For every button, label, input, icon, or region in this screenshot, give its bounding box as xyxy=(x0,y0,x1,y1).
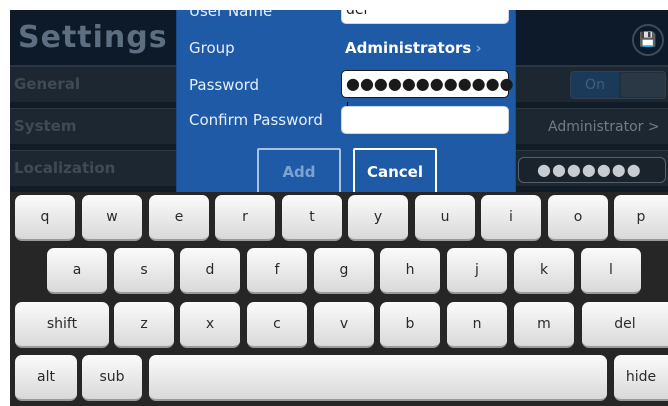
sub-key[interactable]: sub xyxy=(82,355,142,401)
key-p[interactable]: p xyxy=(614,195,668,241)
settings-row-label: General xyxy=(14,75,80,93)
key-q[interactable]: q xyxy=(15,195,75,241)
key-t[interactable]: t xyxy=(282,195,342,241)
system-value: Administrator > xyxy=(548,119,660,135)
key-h[interactable]: h xyxy=(380,248,440,294)
on-screen-keyboard: q w e r t y u i o p a s d f g h j k l sh… xyxy=(10,192,668,406)
delete-key[interactable]: del xyxy=(582,302,668,348)
add-button[interactable]: Add xyxy=(257,148,341,192)
key-w[interactable]: w xyxy=(82,195,142,241)
password-field[interactable]: ●●●●●●●●●●●● xyxy=(341,70,514,120)
key-m[interactable]: m xyxy=(514,302,574,348)
alt-key[interactable]: alt xyxy=(15,355,77,401)
key-c[interactable]: c xyxy=(247,302,307,348)
key-s[interactable]: s xyxy=(114,248,174,294)
add-user-dialog: User Name del Group Administrators › Pass… xyxy=(176,10,516,192)
group-selector[interactable]: Administrators › xyxy=(345,39,482,57)
key-y[interactable]: y xyxy=(348,195,408,241)
password-masked-value: ●●●●●●●●●●●● xyxy=(346,74,514,93)
key-x[interactable]: x xyxy=(180,302,240,348)
password-label: Password xyxy=(189,76,260,94)
group-label: Group xyxy=(189,39,235,57)
toggle-on-label: On xyxy=(571,72,619,98)
space-bar[interactable] xyxy=(149,355,607,401)
page-title: Settings xyxy=(18,20,168,55)
key-j[interactable]: j xyxy=(447,248,507,294)
cancel-button[interactable]: Cancel xyxy=(353,148,437,192)
key-n[interactable]: n xyxy=(447,302,507,348)
key-r[interactable]: r xyxy=(215,195,275,241)
settings-row-label: System xyxy=(14,117,77,135)
key-i[interactable]: i xyxy=(481,195,541,241)
key-b[interactable]: b xyxy=(380,302,440,348)
settings-row-label: Localization xyxy=(14,159,116,177)
key-e[interactable]: e xyxy=(149,195,209,241)
toggle-switch[interactable]: On xyxy=(570,71,666,99)
chevron-right-icon: › xyxy=(475,39,482,57)
toggle-knob xyxy=(621,73,665,97)
key-a[interactable]: a xyxy=(47,248,107,294)
username-label: User Name xyxy=(189,10,273,20)
save-icon[interactable]: 💾 xyxy=(632,24,664,56)
key-u[interactable]: u xyxy=(415,195,475,241)
shift-key[interactable]: shift xyxy=(15,302,109,348)
key-v[interactable]: v xyxy=(314,302,374,348)
localization-password-field[interactable]: ●●●●●●● xyxy=(518,157,666,183)
confirm-password-field[interactable] xyxy=(341,106,509,134)
key-g[interactable]: g xyxy=(314,248,374,294)
key-z[interactable]: z xyxy=(114,302,174,348)
key-f[interactable]: f xyxy=(247,248,307,294)
key-d[interactable]: d xyxy=(180,248,240,294)
key-k[interactable]: k xyxy=(514,248,574,294)
group-value: Administrators xyxy=(345,39,472,57)
confirm-password-label: Confirm Password xyxy=(189,111,323,129)
key-o[interactable]: o xyxy=(548,195,608,241)
key-l[interactable]: l xyxy=(581,248,641,294)
username-field[interactable]: del xyxy=(341,10,509,24)
hide-keyboard-key[interactable]: hide xyxy=(614,355,668,401)
